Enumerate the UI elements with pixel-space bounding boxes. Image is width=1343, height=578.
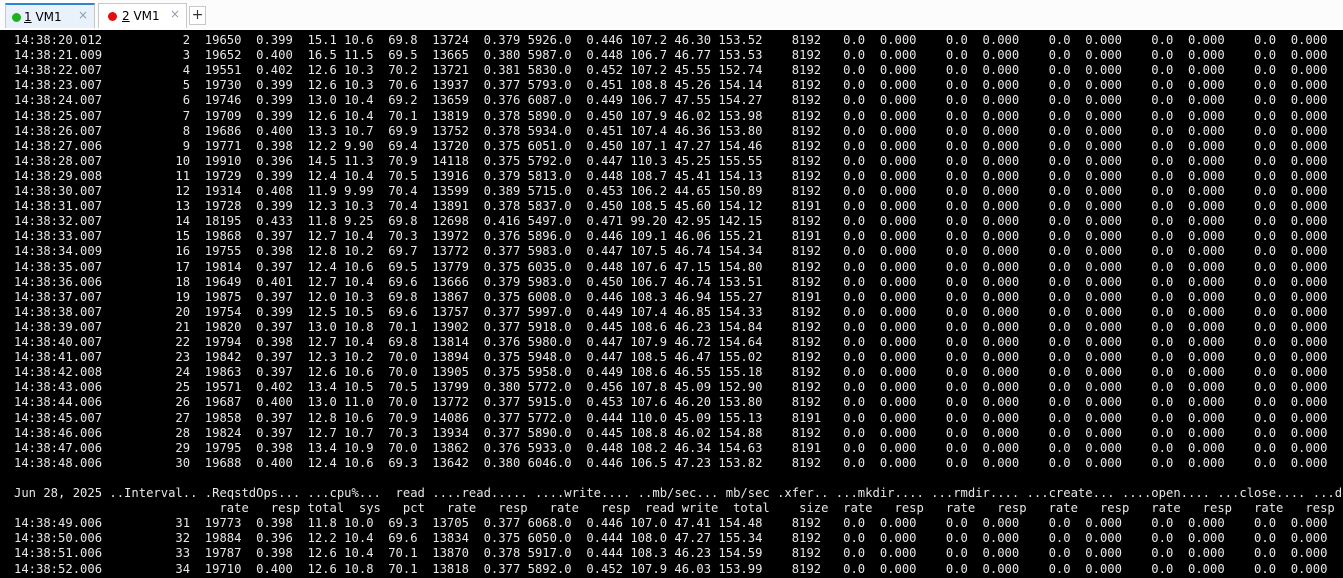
tab-bar: 1 VM1 × 2 VM1 × +	[0, 0, 1343, 31]
terminal-line: 14:38:41.007 23 19842 0.397 12.3 10.2 70…	[14, 350, 1343, 365]
terminal-line: 14:38:33.007 15 19868 0.397 12.7 10.4 70…	[14, 229, 1343, 244]
tab-number: 1	[24, 10, 32, 24]
terminal-line: 14:38:36.006 18 19649 0.401 12.7 10.4 69…	[14, 274, 1343, 289]
terminal-line: 14:38:34.009 16 19755 0.398 12.8 10.2 69…	[14, 244, 1343, 259]
terminal-line: 14:38:22.007 4 19551 0.402 12.6 10.3 70.…	[14, 63, 1343, 78]
terminal-line: 14:38:29.008 11 19729 0.399 12.4 10.4 70…	[14, 168, 1343, 183]
terminal-line: 14:38:42.008 24 19863 0.397 12.6 10.6 70…	[14, 365, 1343, 380]
terminal-line: Jun 28, 2025 ..Interval.. .ReqstdOps... …	[14, 486, 1343, 500]
tab-vm1-session-1[interactable]: 1 VM1 ×	[5, 3, 95, 28]
terminal-line: 14:38:23.007 5 19730 0.399 12.6 10.3 70.…	[14, 78, 1343, 93]
close-icon[interactable]: ×	[170, 7, 180, 21]
terminal-line: rate resp total sys pct rate resp rate r…	[14, 501, 1343, 516]
terminal-line: 14:38:44.006 26 19687 0.400 13.0 11.0 70…	[14, 395, 1343, 410]
terminal-line: 14:38:27.006 9 19771 0.398 12.2 9.90 69.…	[14, 138, 1343, 153]
terminal-line: 14:38:37.007 19 19875 0.397 12.0 10.3 69…	[14, 289, 1343, 304]
terminal-line: 14:38:50.006 32 19884 0.396 12.2 10.4 69…	[14, 531, 1343, 546]
terminal-line: 14:38:21.009 3 19652 0.400 16.5 11.5 69.…	[14, 48, 1343, 63]
terminal-line: 14:38:30.007 12 19314 0.408 11.9 9.99 70…	[14, 184, 1343, 198]
terminal-line: 14:38:26.007 8 19686 0.400 13.3 10.7 69.…	[14, 123, 1343, 138]
terminal-line: 14:38:39.007 21 19820 0.397 13.0 10.8 70…	[14, 319, 1343, 334]
new-tab-button[interactable]: +	[189, 6, 206, 25]
terminal-line: 14:38:25.007 7 19709 0.399 12.6 10.4 70.…	[14, 108, 1343, 123]
terminal-line: 14:38:35.007 17 19814 0.397 12.4 10.6 69…	[14, 259, 1343, 274]
terminal-line: 14:38:47.006 29 19795 0.398 13.4 10.9 70…	[14, 440, 1343, 455]
terminal-line: 14:38:45.007 27 19858 0.397 12.8 10.6 70…	[14, 410, 1343, 425]
disconnected-status-icon	[108, 12, 117, 21]
terminal-line: 14:38:51.006 33 19787 0.398 12.6 10.4 70…	[14, 546, 1343, 561]
terminal-line: 14:38:38.007 20 19754 0.399 12.5 10.5 69…	[14, 304, 1343, 319]
terminal-line: 14:38:46.006 28 19824 0.397 12.7 10.7 70…	[14, 425, 1343, 440]
tab-label: 1 VM1	[24, 10, 62, 24]
terminal-line: 14:38:52.006 34 19710 0.400 12.6 10.8 70…	[14, 561, 1343, 576]
tab-vm1-session-2[interactable]: 2 VM1 ×	[98, 3, 187, 28]
terminal-line: 14:38:49.006 31 19773 0.398 11.8 10.0 69…	[14, 516, 1343, 531]
terminal-line: 14:38:31.007 13 19728 0.399 12.3 10.3 70…	[14, 199, 1343, 214]
terminal-output[interactable]: 14:38:20.012 2 19650 0.399 15.1 10.6 69.…	[0, 30, 1343, 578]
terminal-line: 14:38:43.006 25 19571 0.402 13.4 10.5 70…	[14, 380, 1343, 395]
terminal-line: 14:38:20.012 2 19650 0.399 15.1 10.6 69.…	[14, 33, 1343, 47]
tab-number: 2	[122, 9, 130, 23]
tab-name: VM1	[35, 10, 62, 24]
terminal-line: 14:38:40.007 22 19794 0.398 12.7 10.4 69…	[14, 335, 1343, 349]
terminal-line: 14:38:32.007 14 18195 0.433 11.8 9.25 69…	[14, 214, 1343, 229]
terminal-line: 14:38:48.006 30 19688 0.400 12.4 10.6 69…	[14, 455, 1343, 470]
tab-label: 2 VM1	[122, 9, 160, 23]
close-icon[interactable]: ×	[78, 8, 88, 22]
connected-status-icon	[12, 13, 21, 22]
tab-name: VM1	[133, 9, 160, 23]
terminal-line: 14:38:24.007 6 19746 0.399 13.0 10.4 69.…	[14, 93, 1343, 108]
terminal-line: 14:38:28.007 10 19910 0.396 14.5 11.3 70…	[14, 153, 1343, 168]
